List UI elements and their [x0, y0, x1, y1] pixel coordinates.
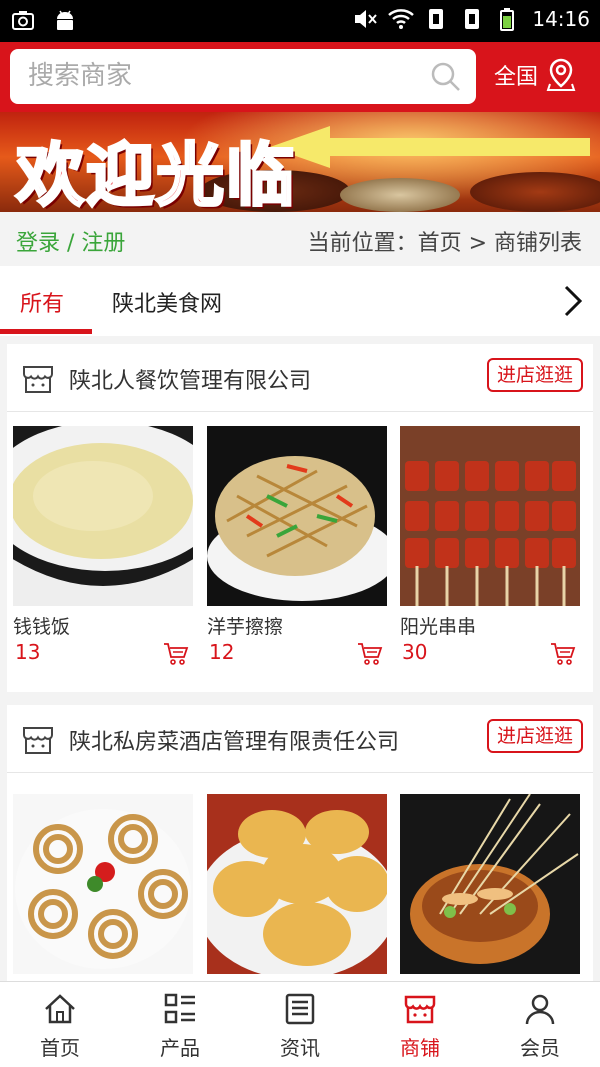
shop-card: 陕北私房菜酒店管理有限责任公司 进店逛逛 [7, 705, 593, 981]
product-image[interactable] [13, 794, 193, 974]
news-icon [285, 993, 315, 1025]
screenshot-icon [12, 11, 34, 30]
product-price: 12 [209, 640, 235, 664]
welcome-banner[interactable]: 欢迎光临 [0, 112, 600, 212]
product-name: 洋芋擦擦 [207, 616, 284, 638]
product-price: 30 [402, 640, 428, 664]
store-icon [23, 727, 53, 754]
product-image[interactable] [207, 794, 387, 974]
banner-food-image [470, 172, 600, 212]
nav-label: 首页 [40, 1036, 80, 1060]
cart-icon[interactable] [163, 642, 189, 666]
nav-label: 产品 [160, 1036, 200, 1060]
shop-name[interactable]: 陕北私房菜酒店管理有限责任公司 [69, 724, 399, 756]
visit-shop-button[interactable]: 进店逛逛 [486, 358, 583, 392]
search-icon[interactable] [430, 61, 462, 93]
product-image[interactable] [400, 794, 580, 974]
cart-icon[interactable] [550, 642, 576, 666]
top-header: 全国 [0, 42, 600, 112]
nav-label: 资讯 [280, 1036, 320, 1060]
product-image[interactable] [400, 426, 580, 606]
status-bar: 14:16 [0, 0, 600, 42]
nav-member[interactable]: 会员 [480, 982, 600, 1067]
shop-card-header: 陕北私房菜酒店管理有限责任公司 进店逛逛 [7, 705, 593, 773]
banner-welcome-text: 欢迎光临 [14, 136, 297, 213]
search-box[interactable] [10, 49, 476, 104]
sim1-signal-icon [429, 9, 444, 29]
breadcrumb: 当前位置：首页 > 商铺列表 [307, 231, 582, 256]
sim2-signal-icon [465, 9, 480, 29]
wifi-icon [388, 9, 415, 29]
crumb-bar: 登录 / 注册 当前位置：首页 > 商铺列表 [0, 212, 600, 266]
clock-time: 14:16 [532, 7, 590, 31]
cart-icon[interactable] [357, 642, 383, 666]
product-price: 13 [15, 640, 41, 664]
user-icon [525, 994, 555, 1025]
nav-label: 商铺 [400, 1036, 440, 1060]
shop-card: 陕北人餐饮管理有限公司 进店逛逛 钱钱饭 13 洋芋擦擦 12 阳光串串 30 [7, 344, 593, 692]
nav-home[interactable]: 首页 [0, 982, 120, 1067]
location-pin-icon [546, 58, 576, 91]
chevron-right-icon[interactable] [562, 284, 584, 318]
login-register-link[interactable]: 登录 / 注册 [16, 225, 125, 257]
category-tabs: 所有 陕北美食网 [0, 266, 600, 336]
home-icon [45, 994, 75, 1024]
bottom-nav: 首页 产品 资讯 商铺 会员 [0, 981, 600, 1067]
nav-news[interactable]: 资讯 [240, 982, 360, 1067]
battery-icon [500, 8, 515, 31]
shop-card-header: 陕北人餐饮管理有限公司 进店逛逛 [7, 344, 593, 412]
nav-shops[interactable]: 商铺 [360, 982, 480, 1067]
product-name: 阳光串串 [400, 616, 477, 638]
banner-arrow-graphic [270, 126, 590, 168]
shop-name[interactable]: 陕北人餐饮管理有限公司 [69, 363, 311, 395]
banner-food-image [340, 178, 460, 212]
active-tab-indicator [0, 329, 92, 334]
product-image[interactable] [13, 426, 193, 606]
tab-shaanbei-food[interactable]: 陕北美食网 [112, 286, 222, 318]
search-input[interactable] [28, 57, 418, 95]
android-icon [57, 10, 73, 30]
mute-icon [355, 10, 378, 28]
grid-list-icon [164, 993, 195, 1024]
nav-label: 会员 [520, 1036, 560, 1060]
visit-shop-button[interactable]: 进店逛逛 [486, 719, 583, 753]
tab-all[interactable]: 所有 [20, 286, 64, 318]
product-name: 钱钱饭 [13, 616, 71, 638]
region-selector[interactable]: 全国 [494, 58, 576, 92]
store-icon [23, 366, 53, 393]
store-icon [404, 995, 436, 1024]
product-image[interactable] [207, 426, 387, 606]
nav-products[interactable]: 产品 [120, 982, 240, 1067]
region-label: 全国 [494, 65, 539, 90]
